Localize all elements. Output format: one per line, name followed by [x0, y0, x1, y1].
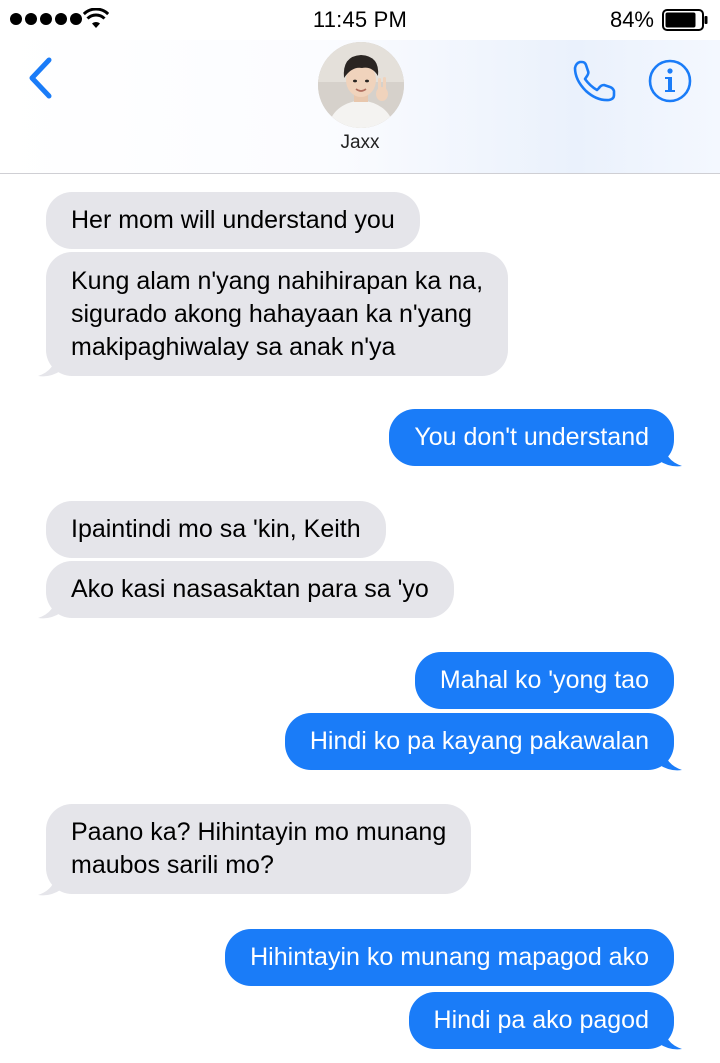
incoming-message[interactable]: Kung alam n'yang nahihirapan ka na, sigu… [46, 252, 509, 376]
battery-percent: 84% [609, 7, 654, 32]
message-text-line: makipaghiwalay sa anak n'ya [71, 333, 396, 361]
message-text: Her mom will understand you [71, 206, 395, 234]
message-text: Mahal ko 'yong tao [439, 666, 649, 694]
incoming-message[interactable]: Ipaintindi mo sa 'kin, Keith [46, 501, 386, 558]
phone-icon[interactable] [570, 58, 618, 104]
incoming-message[interactable]: Ako kasi nasasaktan para sa 'yo [46, 561, 454, 618]
conversation-header: Jaxx [0, 40, 720, 174]
message-text: Hihintayin ko munang mapagod ako [250, 943, 649, 971]
battery-icon [662, 9, 708, 31]
message-text: Hindi pa ako pagod [433, 1006, 649, 1034]
message-list[interactable]: Her mom will understand you Kung alam n'… [0, 174, 720, 1063]
incoming-message[interactable]: Her mom will understand you [46, 192, 420, 249]
bubble-tail [658, 746, 682, 771]
outgoing-message[interactable]: You don't understand [389, 409, 674, 466]
bubble-tail [38, 594, 62, 619]
bubble-tail [38, 352, 62, 377]
bubble-tail [658, 442, 682, 467]
message-text-line: Kung alam n'yang nahihirapan ka na, [71, 267, 484, 295]
incoming-message[interactable]: Paano ka? Hihintayin mo munang maubos sa… [46, 804, 472, 894]
info-icon[interactable] [647, 58, 693, 104]
status-bar: 11:45 PM 84% [0, 0, 720, 40]
message-text: You don't understand [414, 423, 649, 451]
contact-photo [318, 42, 404, 128]
message-text: Ako kasi nasasaktan para sa 'yo [71, 575, 429, 603]
message-text: Ipaintindi mo sa 'kin, Keith [71, 515, 361, 543]
outgoing-message[interactable]: Hindi ko pa kayang pakawalan [284, 713, 674, 770]
bubble-tail [38, 871, 62, 896]
message-text: Hindi ko pa kayang pakawalan [309, 727, 649, 755]
bubble-tail [658, 1025, 682, 1050]
message-text-line: maubos sarili mo? [71, 851, 274, 879]
back-button[interactable] [22, 56, 62, 100]
outgoing-message[interactable]: Hindi pa ako pagod [408, 992, 674, 1049]
message-text-line: Paano ka? Hihintayin mo munang [71, 818, 447, 846]
outgoing-message[interactable]: Mahal ko 'yong tao [414, 652, 674, 709]
outgoing-message[interactable]: Hihintayin ko munang mapagod ako [225, 929, 674, 986]
avatar[interactable] [318, 42, 404, 128]
contact-name[interactable]: Jaxx [0, 132, 720, 154]
message-text-line: sigurado akong hahayaan ka n'yang [71, 300, 472, 328]
